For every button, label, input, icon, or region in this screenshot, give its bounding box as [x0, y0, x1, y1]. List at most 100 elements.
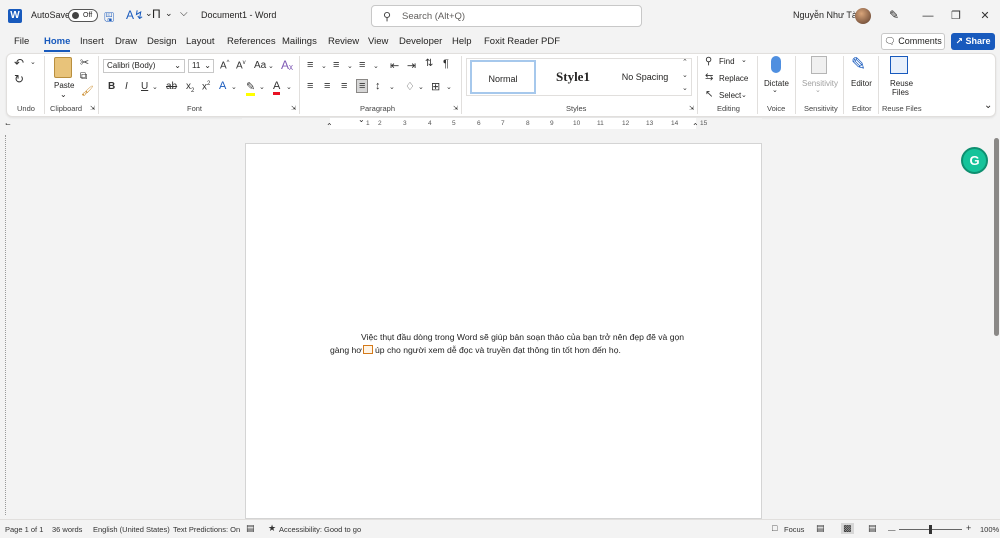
- cut-icon[interactable]: ✂: [80, 56, 89, 69]
- autocorrect-marker-icon[interactable]: [363, 345, 373, 354]
- find-label[interactable]: Find: [719, 57, 735, 66]
- text-effects-dropdown-icon[interactable]: ⌄: [231, 83, 237, 91]
- styles-more-icon[interactable]: ⌄: [682, 84, 688, 92]
- tab-layout[interactable]: Layout: [186, 36, 215, 47]
- highlight-icon[interactable]: ✎: [246, 80, 256, 96]
- redo-icon[interactable]: ↻: [14, 72, 24, 86]
- style-no-spacing[interactable]: No Spacing: [611, 60, 679, 94]
- change-case-icon[interactable]: Aa: [254, 60, 266, 71]
- styles-scroll-up-icon[interactable]: ⌃: [682, 58, 688, 66]
- borders-icon[interactable]: ⊞: [431, 80, 440, 93]
- undo-dropdown-icon[interactable]: ⌄: [30, 58, 36, 66]
- accessibility-status[interactable]: Accessibility: Good to go: [279, 525, 361, 534]
- collapse-ribbon-icon[interactable]: ⌄: [984, 100, 992, 111]
- scrollbar-thumb[interactable]: [994, 138, 999, 336]
- shrink-font-icon[interactable]: Av: [236, 60, 246, 71]
- search-box[interactable]: ⚲ Search (Alt+Q): [371, 5, 642, 27]
- tab-foxit-reader-pdf[interactable]: Foxit Reader PDF: [484, 36, 560, 47]
- paste-label[interactable]: Paste: [54, 81, 74, 90]
- share-button[interactable]: ↗ Share: [951, 33, 995, 50]
- undo-icon[interactable]: ↶: [14, 56, 24, 70]
- underline-dropdown-icon[interactable]: ⌄: [152, 83, 158, 91]
- dropdown-chevron-icon-2[interactable]: ⌄: [165, 8, 173, 19]
- paragraph-launcher-icon[interactable]: ⇲: [453, 105, 458, 112]
- reuse-files-icon[interactable]: [890, 56, 908, 74]
- tab-insert[interactable]: Insert: [80, 36, 104, 47]
- zoom-level[interactable]: 100%: [980, 525, 999, 534]
- spelling-check-icon[interactable]: ▤: [246, 523, 255, 534]
- tab-home[interactable]: Home: [44, 36, 71, 52]
- clipboard-launcher-icon[interactable]: ⇲: [90, 105, 95, 112]
- autosave-toggle[interactable]: Off: [68, 9, 98, 22]
- zoom-out-icon[interactable]: —: [888, 525, 896, 534]
- paste-dropdown-icon[interactable]: ⌄: [60, 90, 67, 99]
- change-case-dropdown-icon[interactable]: ⌄: [268, 62, 274, 70]
- style-style1[interactable]: Style1: [540, 60, 606, 94]
- multilevel-list-icon[interactable]: ≡: [359, 59, 365, 71]
- select-icon[interactable]: ↖: [705, 89, 713, 100]
- grow-font-icon[interactable]: A^: [220, 60, 230, 71]
- grammarly-icon[interactable]: G: [961, 147, 988, 174]
- multilevel-list-dropdown-icon[interactable]: ⌄: [373, 62, 379, 70]
- shading-dropdown-icon[interactable]: ⌄: [418, 83, 424, 91]
- editor-icon[interactable]: ✎: [851, 54, 866, 75]
- document-text-line-2a[interactable]: gàng hơ: [330, 345, 362, 355]
- customize-qat-icon[interactable]: ⌵: [180, 8, 188, 19]
- word-count[interactable]: 36 words: [52, 525, 82, 534]
- first-line-indent-marker-icon[interactable]: ⌄: [358, 115, 365, 124]
- styles-launcher-icon[interactable]: ⇲: [689, 105, 694, 112]
- tab-design[interactable]: Design: [147, 36, 177, 47]
- pen-icon[interactable]: ✎: [889, 8, 899, 22]
- reuse-files-label-1[interactable]: Reuse: [890, 79, 913, 88]
- borders-dropdown-icon[interactable]: ⌄: [446, 83, 452, 91]
- print-layout-icon[interactable]: ▩: [841, 523, 854, 534]
- tab-review[interactable]: Review: [328, 36, 359, 47]
- bullets-dropdown-icon[interactable]: ⌄: [321, 62, 327, 70]
- tab-mailings[interactable]: Mailings: [282, 36, 317, 47]
- avatar[interactable]: [855, 8, 871, 24]
- web-layout-icon[interactable]: ▤: [868, 523, 877, 534]
- font-color-dropdown-icon[interactable]: ⌄: [286, 83, 292, 91]
- pi-symbol-icon[interactable]: Π: [152, 7, 161, 21]
- format-painter-icon[interactable]: 🖌: [81, 86, 94, 97]
- sensitivity-dropdown-icon[interactable]: ⌄: [815, 86, 821, 94]
- replace-icon[interactable]: ⇆: [705, 72, 713, 83]
- zoom-in-icon[interactable]: +: [966, 523, 971, 533]
- justify-icon[interactable]: ≡: [356, 79, 369, 93]
- decrease-indent-icon[interactable]: ⇤: [390, 59, 399, 72]
- styles-scroll-down-icon[interactable]: ⌄: [682, 71, 688, 79]
- tab-references[interactable]: References: [227, 36, 276, 47]
- horizontal-ruler[interactable]: [330, 118, 696, 129]
- bullets-icon[interactable]: ≡: [307, 59, 313, 71]
- font-name-select[interactable]: Calibri (Body) ⌄: [103, 59, 185, 73]
- font-size-select[interactable]: 11 ⌄: [188, 59, 214, 73]
- restore-icon[interactable]: ❐: [945, 6, 967, 26]
- dictate-dropdown-icon[interactable]: ⌄: [772, 86, 778, 94]
- font-color-icon[interactable]: A: [273, 80, 281, 95]
- paste-icon[interactable]: [54, 57, 72, 78]
- align-right-icon[interactable]: ≡: [341, 80, 347, 92]
- document-page[interactable]: [245, 143, 762, 519]
- vertical-scrollbar[interactable]: [993, 130, 1000, 518]
- editor-label[interactable]: Editor: [851, 79, 872, 88]
- document-text-line-2b[interactable]: úp cho người xem dễ đọc và truyền đạt th…: [375, 345, 621, 355]
- style-normal[interactable]: Normal: [470, 60, 536, 94]
- reuse-files-label-2[interactable]: Files: [892, 88, 909, 97]
- copy-icon[interactable]: ⧉: [80, 71, 87, 82]
- select-dropdown-icon[interactable]: ⌄: [741, 91, 747, 99]
- text-format-icon[interactable]: A↯: [126, 8, 144, 22]
- language[interactable]: English (United States): [93, 525, 170, 534]
- align-center-icon[interactable]: ≡: [324, 80, 330, 92]
- focus-label[interactable]: Focus: [784, 525, 804, 534]
- comments-button[interactable]: 🗨 Comments: [881, 33, 945, 50]
- read-mode-icon[interactable]: ▤: [816, 523, 825, 534]
- shading-icon[interactable]: ♢: [405, 80, 415, 93]
- align-left-icon[interactable]: ≡: [307, 80, 313, 92]
- font-launcher-icon[interactable]: ⇲: [291, 105, 296, 112]
- save-icon[interactable]: 🖫: [104, 8, 114, 29]
- numbering-icon[interactable]: ≡: [333, 59, 339, 71]
- minimize-icon[interactable]: —: [917, 6, 939, 26]
- clear-formatting-icon[interactable]: Aₓ: [281, 58, 293, 72]
- tab-file[interactable]: File: [14, 36, 29, 47]
- page-count[interactable]: Page 1 of 1: [5, 525, 43, 534]
